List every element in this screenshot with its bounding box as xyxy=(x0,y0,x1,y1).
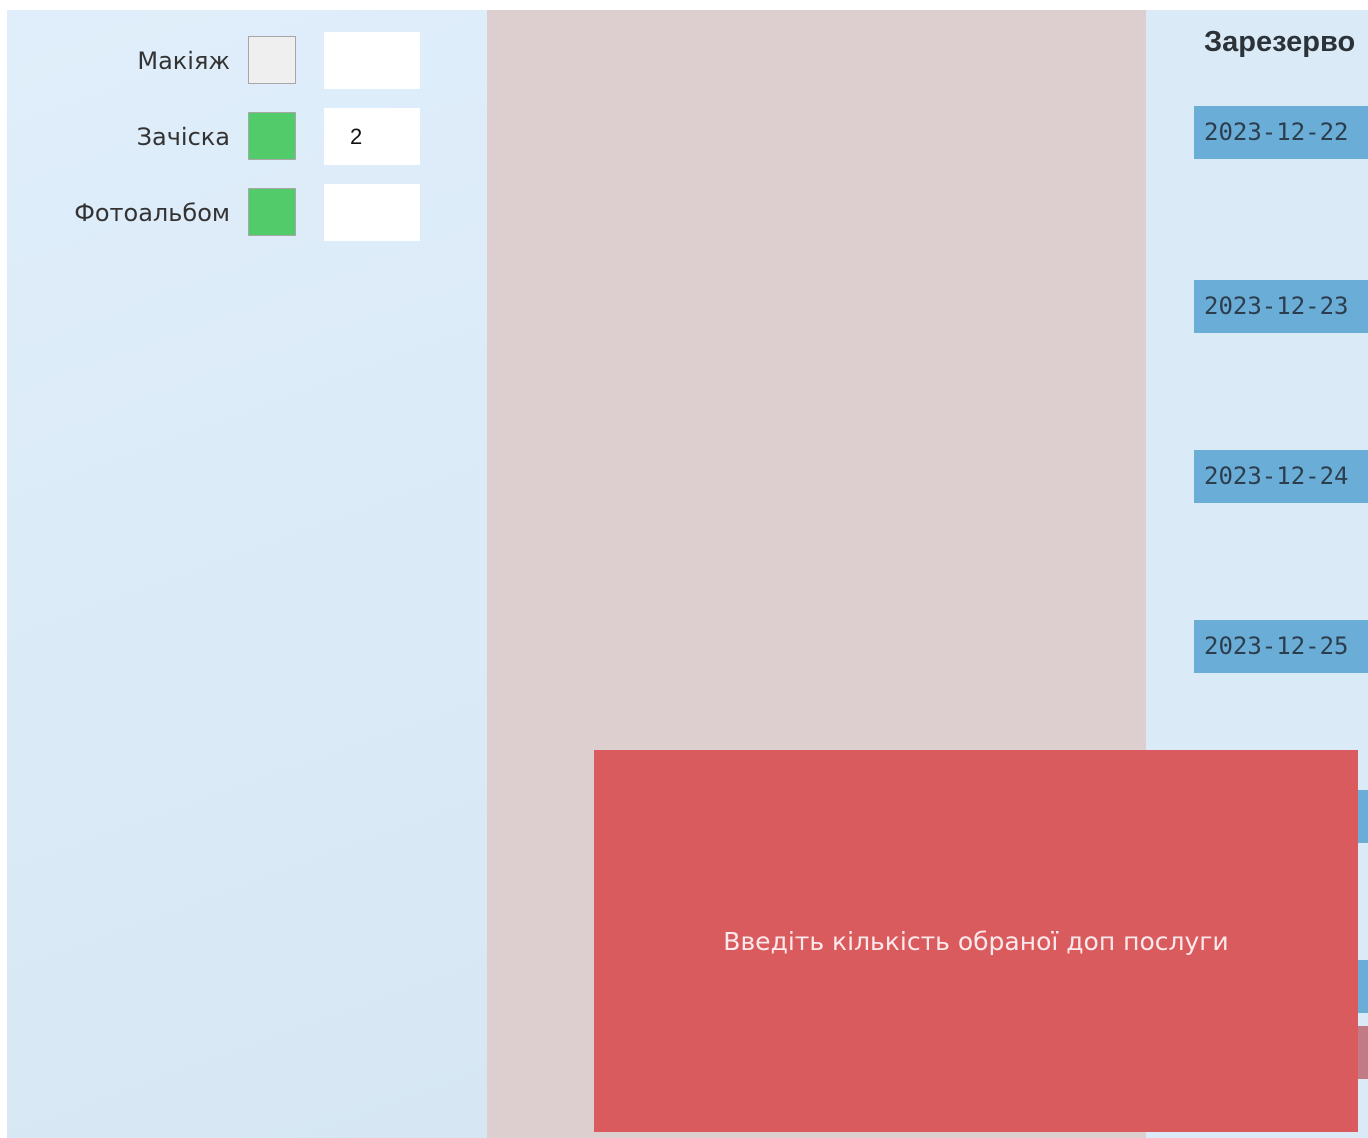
service-label-photoalbum: Фотоальбом xyxy=(74,199,230,227)
service-row-makeup: Макіяж xyxy=(7,32,487,90)
service-label-hairstyle: Зачіска xyxy=(136,123,230,151)
reserved-dates-title: Зарезерво xyxy=(1204,26,1356,58)
service-checkbox-makeup[interactable] xyxy=(248,36,296,84)
service-checkbox-photoalbum[interactable] xyxy=(248,188,296,236)
validation-toast: Введіть кількість обраної доп послуги xyxy=(594,750,1358,1132)
service-quantity-photoalbum[interactable] xyxy=(324,184,420,241)
service-row-photoalbum: Фотоальбом xyxy=(7,184,487,242)
service-quantity-makeup[interactable] xyxy=(324,32,420,89)
service-quantity-hairstyle[interactable] xyxy=(324,108,420,165)
reserved-date-chip[interactable]: 2023-12-25 xyxy=(1194,620,1368,673)
additional-services-panel: Макіяж Зачіска Фотоальбом xyxy=(7,10,487,1138)
service-label-makeup: Макіяж xyxy=(137,47,230,75)
reserved-date-chip[interactable]: 2023-12-22 xyxy=(1194,106,1368,159)
service-row-hairstyle: Зачіска xyxy=(7,108,487,166)
service-checkbox-hairstyle[interactable] xyxy=(248,112,296,160)
reserved-date-chip[interactable]: 2023-12-23 xyxy=(1194,280,1368,333)
toast-message: Введіть кількість обраної доп послуги xyxy=(723,926,1229,956)
reserved-date-chip[interactable]: 2023-12-24 xyxy=(1194,450,1368,503)
